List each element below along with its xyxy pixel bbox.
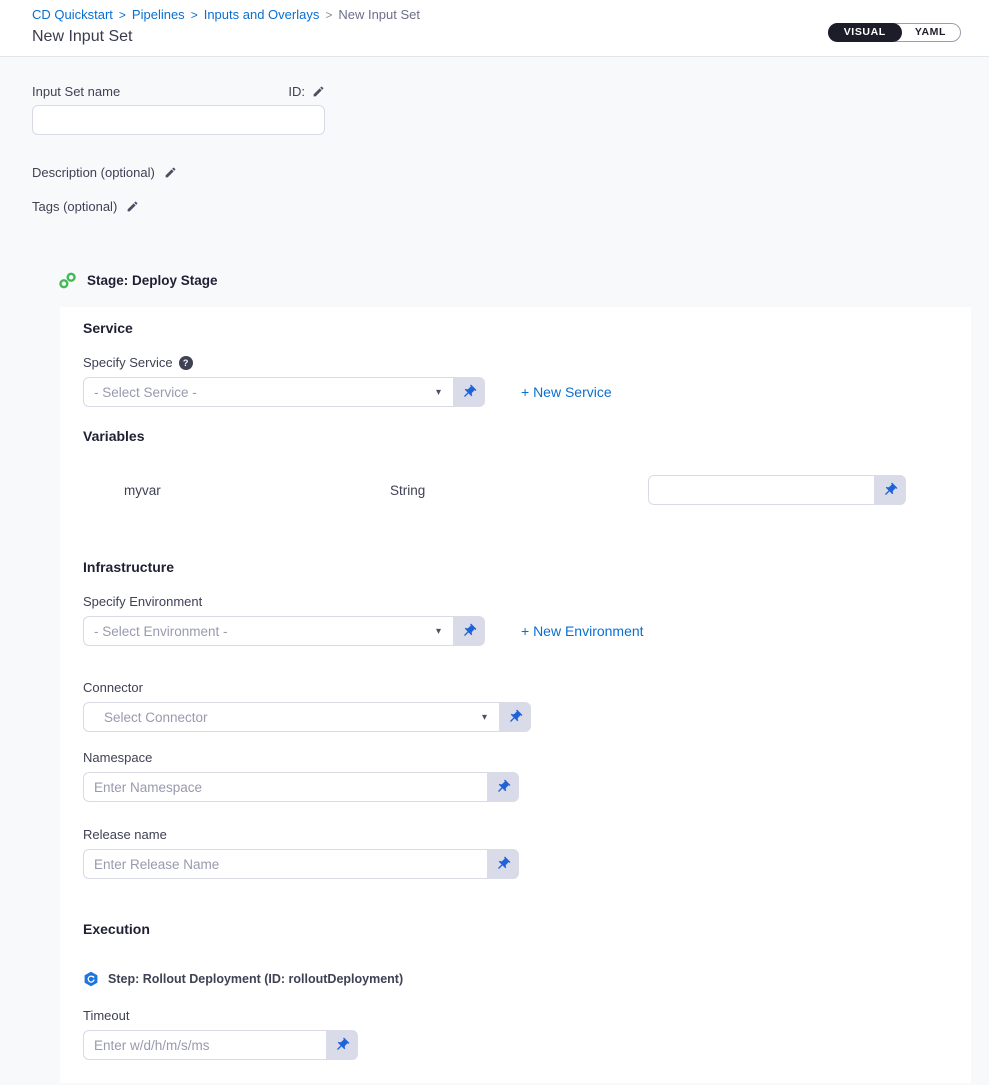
namespace-pin-button[interactable] — [487, 772, 519, 802]
namespace-label: Namespace — [83, 750, 906, 765]
variables-heading: Variables — [83, 428, 906, 444]
service-select-row: - Select Service - ▾ + New Service — [83, 377, 906, 407]
pin-icon — [507, 709, 523, 725]
timeout-pin-button[interactable] — [326, 1030, 358, 1060]
rollout-deployment-step-icon — [83, 971, 99, 987]
namespace-input[interactable] — [83, 772, 487, 802]
id-label: ID: — [288, 84, 305, 99]
chevron-down-icon: ▾ — [436, 387, 441, 398]
namespace-input-row — [83, 772, 906, 802]
visual-yaml-toggle: VISUAL YAML — [828, 23, 961, 42]
connector-label-text: Connector — [83, 680, 143, 695]
connector-select[interactable]: Select Connector ▾ — [83, 702, 499, 732]
header-left: CD Quickstart > Pipelines > Inputs and Overl… — [32, 7, 420, 46]
description-row: Description (optional) — [32, 165, 989, 180]
release-name-label: Release name — [83, 827, 906, 842]
namespace-group — [83, 772, 519, 802]
step-header: Step: Rollout Deployment (ID: rolloutDep… — [83, 971, 906, 987]
release-name-group — [83, 849, 519, 879]
namespace-label-text: Namespace — [83, 750, 152, 765]
variable-value-group — [648, 475, 906, 505]
connector-select-row: Select Connector ▾ — [83, 702, 906, 732]
help-icon[interactable]: ? — [179, 356, 193, 370]
tags-row: Tags (optional) — [32, 199, 989, 214]
stage-chain-link-icon — [58, 271, 77, 290]
specify-service-label: Specify Service — [83, 355, 173, 370]
pin-icon — [461, 623, 477, 639]
breadcrumb-link-cd-quickstart[interactable]: CD Quickstart — [32, 7, 113, 22]
environment-select[interactable]: - Select Environment - ▾ — [83, 616, 453, 646]
name-label-row: Input Set name ID: — [32, 84, 325, 99]
release-name-input-row — [83, 849, 906, 879]
release-name-input[interactable] — [83, 849, 487, 879]
service-select[interactable]: - Select Service - ▾ — [83, 377, 453, 407]
new-service-link[interactable]: + New Service — [521, 384, 612, 400]
description-label: Description (optional) — [32, 165, 155, 180]
chevron-down-icon: ▾ — [436, 626, 441, 637]
timeout-label-text: Timeout — [83, 1008, 129, 1023]
release-name-label-text: Release name — [83, 827, 167, 842]
connector-label: Connector — [83, 680, 906, 695]
pin-icon — [334, 1037, 350, 1053]
chevron-down-icon: ▾ — [482, 712, 487, 723]
input-set-name-label: Input Set name — [32, 84, 120, 99]
connector-select-placeholder: Select Connector — [104, 710, 208, 725]
tab-yaml[interactable]: YAML — [901, 24, 960, 41]
edit-description-button[interactable] — [164, 166, 177, 179]
pin-icon — [495, 856, 511, 872]
pencil-icon — [164, 166, 177, 179]
breadcrumb: CD Quickstart > Pipelines > Inputs and Overl… — [32, 7, 420, 23]
timeout-label: Timeout — [83, 1008, 906, 1023]
service-pin-button[interactable] — [453, 377, 485, 407]
specify-service-label-row: Specify Service ? — [83, 355, 906, 370]
pin-icon — [882, 482, 898, 498]
tab-visual[interactable]: VISUAL — [828, 23, 902, 42]
step-title: Step: Rollout Deployment (ID: rolloutDep… — [108, 972, 403, 986]
page-title: New Input Set — [32, 28, 420, 46]
new-environment-link[interactable]: + New Environment — [521, 623, 644, 639]
service-heading: Service — [83, 320, 906, 336]
tags-label: Tags (optional) — [32, 199, 117, 214]
environment-select-placeholder: - Select Environment - — [94, 624, 228, 639]
specify-environment-text: Specify Environment — [83, 594, 202, 609]
breadcrumb-separator: > — [119, 8, 126, 22]
environment-select-row: - Select Environment - ▾ + New Environme… — [83, 616, 906, 646]
service-select-placeholder: - Select Service - — [94, 385, 197, 400]
edit-tags-button[interactable] — [126, 200, 139, 213]
timeout-group — [83, 1030, 358, 1060]
pencil-icon — [312, 85, 325, 98]
pencil-icon — [126, 200, 139, 213]
id-group: ID: — [288, 84, 325, 99]
breadcrumb-link-inputs-and-overlays[interactable]: Inputs and Overlays — [204, 7, 320, 22]
environment-pin-button[interactable] — [453, 616, 485, 646]
input-set-name-input[interactable] — [32, 105, 325, 135]
breadcrumb-link-pipelines[interactable]: Pipelines — [132, 7, 185, 22]
pin-icon — [461, 384, 477, 400]
variable-row: myvar String — [83, 475, 906, 505]
infrastructure-heading: Infrastructure — [83, 559, 906, 575]
specify-environment-label: Specify Environment — [83, 594, 906, 609]
breadcrumb-current: New Input Set — [338, 7, 420, 22]
main-content: Input Set name ID: Description (optional… — [0, 57, 989, 1083]
variable-value-input[interactable] — [648, 475, 874, 505]
connector-pin-button[interactable] — [499, 702, 531, 732]
breadcrumb-separator: > — [191, 8, 198, 22]
edit-id-button[interactable] — [312, 85, 325, 98]
timeout-input[interactable] — [83, 1030, 326, 1060]
timeout-input-row — [83, 1030, 906, 1060]
release-name-pin-button[interactable] — [487, 849, 519, 879]
variable-name: myvar — [124, 483, 390, 498]
execution-heading: Execution — [83, 921, 906, 937]
page-header: CD Quickstart > Pipelines > Inputs and Overl… — [0, 0, 989, 57]
variable-type: String — [390, 483, 570, 498]
stage-runtime-inputs-card: Service Specify Service ? - Select Servi… — [60, 307, 971, 1083]
breadcrumb-separator: > — [325, 8, 332, 22]
stage-title: Stage: Deploy Stage — [87, 273, 218, 288]
stage-header: Stage: Deploy Stage — [58, 271, 989, 290]
pin-icon — [495, 779, 511, 795]
variable-pin-button[interactable] — [874, 475, 906, 505]
